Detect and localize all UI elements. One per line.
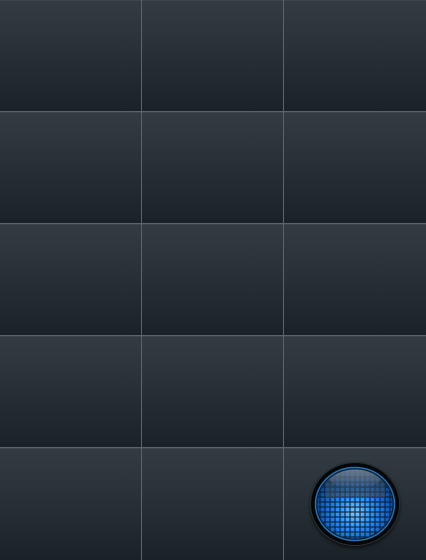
grid-cell[interactable] xyxy=(0,0,141,111)
grid-cell[interactable] xyxy=(0,448,141,560)
grid-cell[interactable] xyxy=(0,224,141,335)
grid-orb-icon xyxy=(313,465,397,543)
grid-cell[interactable] xyxy=(142,336,283,447)
grid-cell[interactable] xyxy=(284,0,426,111)
grid-cell[interactable] xyxy=(142,224,283,335)
tile-grid xyxy=(0,0,426,560)
grid-cell[interactable] xyxy=(284,112,426,223)
orb-button[interactable] xyxy=(310,462,400,546)
grid-cell[interactable] xyxy=(284,336,426,447)
grid-cell[interactable] xyxy=(284,224,426,335)
grid-cell-with-orb[interactable] xyxy=(284,448,426,560)
grid-cell[interactable] xyxy=(142,112,283,223)
grid-cell[interactable] xyxy=(142,448,283,560)
grid-cell[interactable] xyxy=(0,112,141,223)
grid-cell[interactable] xyxy=(0,336,141,447)
grid-cell[interactable] xyxy=(142,0,283,111)
